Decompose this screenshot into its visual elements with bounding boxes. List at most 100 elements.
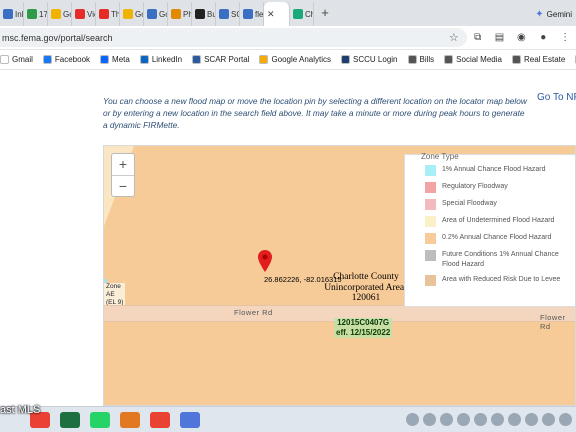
maps-pin-icon bbox=[27, 9, 37, 19]
road-label-left: Flower Rd bbox=[234, 308, 273, 317]
headset-icon[interactable] bbox=[440, 413, 453, 426]
firm-panel-label: 12015C0407G eff. 12/15/2022 bbox=[334, 318, 393, 338]
url-text: msc.fema.gov/portal/search bbox=[2, 32, 113, 43]
bookmark-item[interactable]: LinkedIn bbox=[139, 55, 183, 64]
extensions-icon[interactable]: ⧉ bbox=[467, 32, 489, 43]
instructions-text: You can choose a new flood map or move t… bbox=[103, 96, 527, 130]
teams-icon[interactable] bbox=[423, 413, 436, 426]
address-bar-row: msc.fema.gov/portal/search ☆ ⧉ ▤ ◉ ● ⋮ bbox=[0, 26, 576, 50]
chrome-icon[interactable] bbox=[491, 413, 504, 426]
close-icon[interactable]: ✕ bbox=[267, 9, 275, 20]
bookmark-icon bbox=[139, 55, 149, 64]
road-label-right: Flower Rd bbox=[540, 313, 566, 331]
bookmark-item[interactable]: SCCU Login bbox=[341, 55, 398, 64]
browser-tab[interactable]: Inl bbox=[0, 2, 24, 26]
mls-watermark: ast MLS bbox=[0, 404, 41, 416]
bookmark-label: LinkedIn bbox=[151, 55, 183, 64]
tab-title: Ch bbox=[305, 9, 313, 19]
bookmark-star-icon[interactable]: ☆ bbox=[449, 31, 459, 44]
tab-title: Bu bbox=[207, 9, 216, 19]
bookmark-item[interactable]: Google Analytics bbox=[259, 55, 331, 64]
bookmark-item[interactable]: Bills bbox=[407, 55, 434, 64]
avatar-icon[interactable] bbox=[457, 413, 470, 426]
zoom-in-button[interactable]: + bbox=[112, 154, 134, 175]
browser-tab[interactable]: Gc bbox=[144, 2, 168, 26]
chrome-profile-icon[interactable] bbox=[180, 411, 200, 428]
bookmarks-bar: Gmail Facebook Meta LinkedIn SCAR Portal Goog… bbox=[0, 50, 576, 70]
flood-map[interactable]: Zone AE (EL 9) Flower Rd Flower Rd 26.86… bbox=[103, 145, 576, 406]
browser-tab[interactable]: Vic bbox=[72, 2, 96, 26]
bookmark-item[interactable]: Facebook bbox=[42, 55, 91, 64]
drive-icon bbox=[51, 9, 61, 19]
bookmark-item[interactable]: Meta bbox=[100, 55, 130, 64]
windows-taskbar bbox=[0, 406, 576, 432]
location-icon bbox=[243, 9, 253, 19]
photos-icon bbox=[171, 9, 181, 19]
browser-tab[interactable]: Go bbox=[48, 2, 72, 26]
legend-item: Future Conditions 1% Annual Chance Flood… bbox=[425, 250, 573, 270]
legend-swatch bbox=[425, 165, 436, 176]
youtube-icon bbox=[75, 9, 85, 19]
goto-nfhl-link[interactable]: Go To NF bbox=[537, 92, 576, 103]
location-pin-icon[interactable] bbox=[258, 250, 272, 272]
browser-tab[interactable]: fle bbox=[240, 2, 264, 26]
legend-label: Future Conditions 1% Annual Chance Flood… bbox=[442, 251, 559, 268]
profile-icon[interactable]: ● bbox=[532, 32, 554, 43]
dropbox-icon[interactable] bbox=[508, 413, 521, 426]
bookmark-label: Facebook bbox=[54, 55, 91, 64]
whatsapp-icon[interactable] bbox=[406, 413, 419, 426]
new-tab-button[interactable]: + bbox=[314, 2, 336, 26]
bookmark-label: Gmail bbox=[12, 55, 33, 64]
media-icon[interactable]: ◉ bbox=[510, 32, 532, 43]
doc-icon bbox=[3, 9, 13, 19]
browser-tab[interactable]: Go bbox=[120, 2, 144, 26]
url-field[interactable]: msc.fema.gov/portal/search ☆ bbox=[0, 28, 467, 47]
legend-title: Zone Type bbox=[421, 152, 459, 161]
browser-tab[interactable]: SC bbox=[216, 2, 240, 26]
cloud-icon[interactable] bbox=[474, 413, 487, 426]
zoom-control: + − bbox=[111, 153, 135, 197]
bookmark-item[interactable]: Gmail bbox=[0, 55, 33, 64]
legend-swatch bbox=[425, 233, 436, 244]
legend-swatch bbox=[425, 182, 436, 193]
menu-icon[interactable]: ⋮ bbox=[554, 32, 576, 43]
legend-item: 1% Annual Chance Flood Hazard bbox=[425, 165, 573, 176]
bluetooth-icon[interactable] bbox=[542, 413, 555, 426]
network-icon[interactable] bbox=[559, 413, 572, 426]
shield-icon[interactable] bbox=[525, 413, 538, 426]
chat-icon bbox=[293, 9, 303, 19]
chrome-icon[interactable] bbox=[150, 411, 170, 428]
legend-label: 0.2% Annual Chance Flood Hazard bbox=[442, 234, 552, 241]
reading-list-icon[interactable]: ▤ bbox=[489, 32, 511, 43]
browser-tab[interactable]: Ch bbox=[290, 2, 314, 26]
tab-title: Vic bbox=[87, 9, 95, 19]
photoshop-icon[interactable] bbox=[120, 411, 140, 428]
tab-title: Ph bbox=[183, 9, 192, 19]
bookmark-label: Social Media bbox=[456, 55, 502, 64]
bookmark-icon bbox=[0, 55, 9, 64]
excel-icon[interactable] bbox=[60, 411, 80, 428]
county-label: Charlotte County Unincorporated Areas 12… bbox=[324, 272, 408, 303]
browser-tab[interactable]: Th bbox=[96, 2, 120, 26]
gemini-button[interactable]: ✦ Gemini bbox=[535, 2, 576, 26]
browser-tab[interactable]: Bu bbox=[192, 2, 216, 26]
browser-tab[interactable]: ✕ bbox=[264, 2, 290, 26]
legend-label: Regulatory Floodway bbox=[442, 183, 508, 190]
bookmark-item[interactable]: Real Estate bbox=[511, 55, 565, 64]
fema-map-page: You can choose a new flood map or move t… bbox=[0, 70, 576, 406]
zoom-out-button[interactable]: − bbox=[112, 175, 134, 196]
bookmark-label: SCAR Portal bbox=[204, 55, 250, 64]
browser-tab[interactable]: 17 bbox=[24, 2, 48, 26]
tab-title: fle bbox=[255, 9, 264, 19]
bookmark-item[interactable]: SCAR Portal bbox=[192, 55, 249, 64]
bookmark-icon bbox=[100, 55, 110, 64]
whatsapp-icon[interactable] bbox=[90, 411, 110, 428]
zone-ae-label: Zone AE (EL 9) bbox=[104, 283, 126, 307]
bookmark-item[interactable]: Social Media bbox=[444, 55, 502, 64]
browser-tab[interactable]: Ph bbox=[168, 2, 192, 26]
bookmark-icon bbox=[192, 55, 202, 64]
calendar-icon bbox=[147, 9, 157, 19]
legend-label: 1% Annual Chance Flood Hazard bbox=[442, 166, 546, 173]
bookmark-icon bbox=[407, 55, 417, 64]
drive-icon bbox=[123, 9, 133, 19]
